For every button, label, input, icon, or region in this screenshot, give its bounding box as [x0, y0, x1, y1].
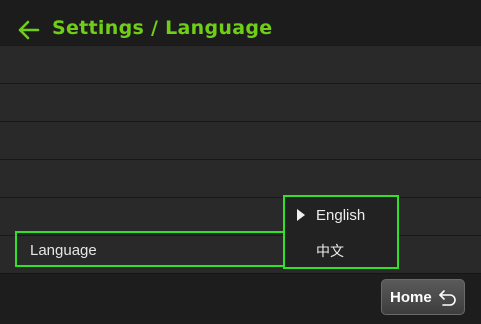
settings-row [0, 121, 481, 159]
language-option-chinese[interactable]: 中文 [285, 234, 397, 267]
header-bar: Settings / Language [0, 0, 481, 45]
settings-row [0, 45, 481, 83]
settings-row [0, 83, 481, 121]
language-label: Language [30, 242, 97, 259]
caret-right-icon [297, 209, 305, 221]
undo-arrow-icon [439, 290, 456, 306]
language-option-english[interactable]: English [285, 199, 397, 232]
language-settings-screen: Settings / Language Language English 中文 … [0, 0, 481, 324]
settings-row [0, 159, 481, 197]
option-label: 中文 [316, 244, 344, 260]
language-dropdown[interactable]: English 中文 [283, 195, 399, 269]
home-label: Home [390, 289, 432, 306]
home-button[interactable]: Home [381, 279, 465, 315]
option-label: English [316, 207, 366, 224]
arrow-left-icon[interactable] [18, 20, 40, 40]
page-title: Settings / Language [52, 17, 273, 39]
settings-row [0, 197, 481, 235]
